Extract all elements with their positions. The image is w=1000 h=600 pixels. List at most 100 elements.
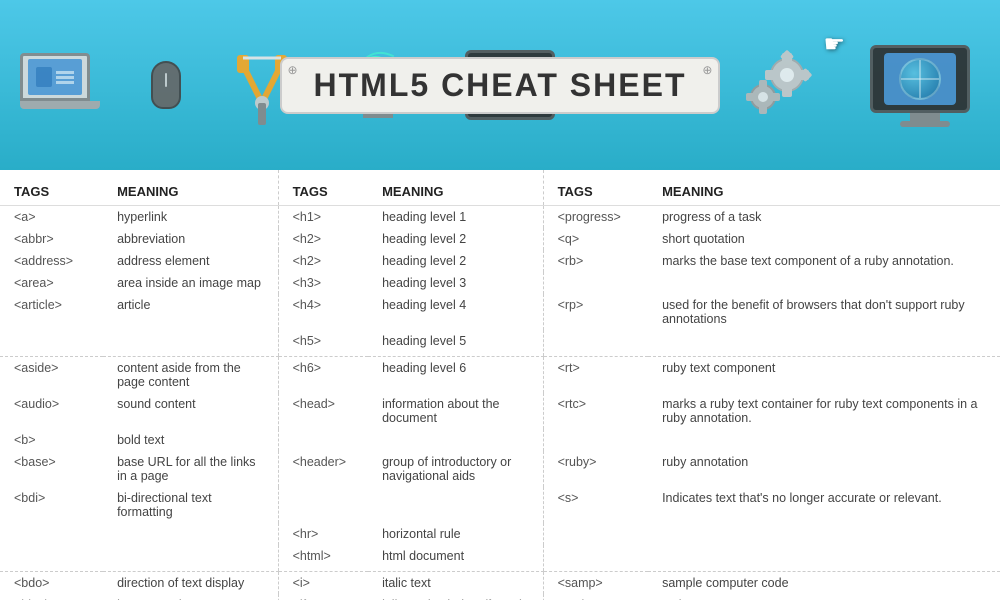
meaning-cell: ruby text component <box>648 357 1000 394</box>
meaning-cell: content aside from the page content <box>103 357 278 394</box>
meaning-cell: bi-directional text formatting <box>103 487 278 523</box>
tag-cell: <samp> <box>543 572 648 595</box>
table-row: <abbr>abbreviation<h2>heading level 2<q>… <box>0 228 1000 250</box>
meaning-cell <box>648 272 1000 294</box>
content-area: TAGS MEANING TAGS MEANING TAGS MEANING <… <box>0 170 1000 600</box>
tag-cell: <h1> <box>278 206 368 229</box>
laptop-icon <box>20 53 100 118</box>
meaning-cell: heading level 2 <box>368 228 543 250</box>
table-row: <audio>sound content<head>information ab… <box>0 393 1000 429</box>
tag-cell: <b> <box>0 429 103 451</box>
meaning-cell: address element <box>103 250 278 272</box>
tag-cell: <i> <box>278 572 368 595</box>
tag-cell: <h4> <box>278 294 368 330</box>
meaning-cell: information about the document <box>368 393 543 429</box>
title-badge: HTML5 CHEAT SHEET <box>280 57 721 114</box>
meaning-cell <box>368 487 543 523</box>
tag-cell: <rt> <box>543 357 648 394</box>
globe-monitor-icon <box>870 45 980 125</box>
meaning-cell: sound content <box>103 393 278 429</box>
header-section: </> <box>0 0 1000 170</box>
meaning-cell <box>648 330 1000 357</box>
tag-cell: <blockquote> <box>0 594 103 600</box>
meaning-cell <box>103 523 278 545</box>
tag-cell: <h6> <box>278 357 368 394</box>
meaning-cell: hyperlink <box>103 206 278 229</box>
meaning-cell: direction of text display <box>103 572 278 595</box>
meaning-cell: base URL for all the links in a page <box>103 451 278 487</box>
tag-cell: <aside> <box>0 357 103 394</box>
tag-cell: <bdo> <box>0 572 103 595</box>
table-row: <bdi>bi-directional text formatting <s>In… <box>0 487 1000 523</box>
tag-cell: <header> <box>278 451 368 487</box>
table-row: <h5>heading level 5 <box>0 330 1000 357</box>
tag-cell <box>543 545 648 572</box>
tag-cell <box>543 429 648 451</box>
table-row: <a>hyperlink<h1>heading level 1<progress… <box>0 206 1000 229</box>
tag-cell: <base> <box>0 451 103 487</box>
col-header-tags3: TAGS <box>543 170 648 206</box>
meaning-cell: Indicates text that's no longer accurate… <box>648 487 1000 523</box>
col-header-tags1: TAGS <box>0 170 103 206</box>
meaning-cell: heading level 3 <box>368 272 543 294</box>
tag-cell: <s> <box>543 487 648 523</box>
table-row: <b>bold text <box>0 429 1000 451</box>
meaning-cell: long quotation <box>103 594 278 600</box>
tag-cell: <rp> <box>543 294 648 330</box>
meaning-cell <box>648 545 1000 572</box>
table-header-row: TAGS MEANING TAGS MEANING TAGS MEANING <box>0 170 1000 206</box>
cheat-sheet-table: TAGS MEANING TAGS MEANING TAGS MEANING <… <box>0 170 1000 600</box>
tag-cell: <h2> <box>278 250 368 272</box>
meaning-cell: abbreviation <box>103 228 278 250</box>
gears-icon <box>739 45 819 125</box>
table-row: <base>base URL for all the links in a pa… <box>0 451 1000 487</box>
meaning-cell <box>368 429 543 451</box>
meaning-cell: heading level 1 <box>368 206 543 229</box>
tag-cell: <article> <box>0 294 103 330</box>
meaning-cell <box>103 545 278 572</box>
tag-cell: <audio> <box>0 393 103 429</box>
tag-cell: <a> <box>0 206 103 229</box>
table-row: <bdo>direction of text display<i>italic … <box>0 572 1000 595</box>
tag-cell <box>0 330 103 357</box>
meaning-cell: sample computer code <box>648 572 1000 595</box>
tag-cell: <progress> <box>543 206 648 229</box>
tag-cell: <head> <box>278 393 368 429</box>
table-body: <a>hyperlink<h1>heading level 1<progress… <box>0 206 1000 600</box>
meaning-cell: italic text <box>368 572 543 595</box>
meaning-cell: marks the base text component of a ruby … <box>648 250 1000 272</box>
tag-cell <box>543 330 648 357</box>
tag-cell <box>543 523 648 545</box>
meaning-cell: progress of a task <box>648 206 1000 229</box>
col-header-tags2: TAGS <box>278 170 368 206</box>
meaning-cell: article <box>103 294 278 330</box>
meaning-cell: inline sub window (frame) <box>368 594 543 600</box>
tag-cell: <hr> <box>278 523 368 545</box>
meaning-cell: heading level 4 <box>368 294 543 330</box>
meaning-cell <box>103 330 278 357</box>
tag-cell <box>0 523 103 545</box>
meaning-cell: ruby annotation <box>648 451 1000 487</box>
tag-cell: <iframe> <box>278 594 368 600</box>
tag-cell: <html> <box>278 545 368 572</box>
meaning-cell: script <box>648 594 1000 600</box>
tag-cell: <h5> <box>278 330 368 357</box>
tag-cell: <address> <box>0 250 103 272</box>
tag-cell: <q> <box>543 228 648 250</box>
tag-cell: <rtc> <box>543 393 648 429</box>
table-row: <article>article<h4>heading level 4<rp>u… <box>0 294 1000 330</box>
col-header-meaning2: MEANING <box>368 170 543 206</box>
table-row: <aside>content aside from the page conte… <box>0 357 1000 394</box>
table-row: <area>area inside an image map<h3>headin… <box>0 272 1000 294</box>
meaning-cell: marks a ruby text container for ruby tex… <box>648 393 1000 429</box>
table-row: <blockquote>long quotation<iframe>inline… <box>0 594 1000 600</box>
tag-cell <box>0 545 103 572</box>
tag-cell <box>278 429 368 451</box>
meaning-cell: html document <box>368 545 543 572</box>
table-row: <hr>horizontal rule <box>0 523 1000 545</box>
tag-cell: <abbr> <box>0 228 103 250</box>
tag-cell <box>543 272 648 294</box>
meaning-cell: group of introductory or navigational ai… <box>368 451 543 487</box>
mouse-icon <box>151 61 181 109</box>
tag-cell: <bdi> <box>0 487 103 523</box>
